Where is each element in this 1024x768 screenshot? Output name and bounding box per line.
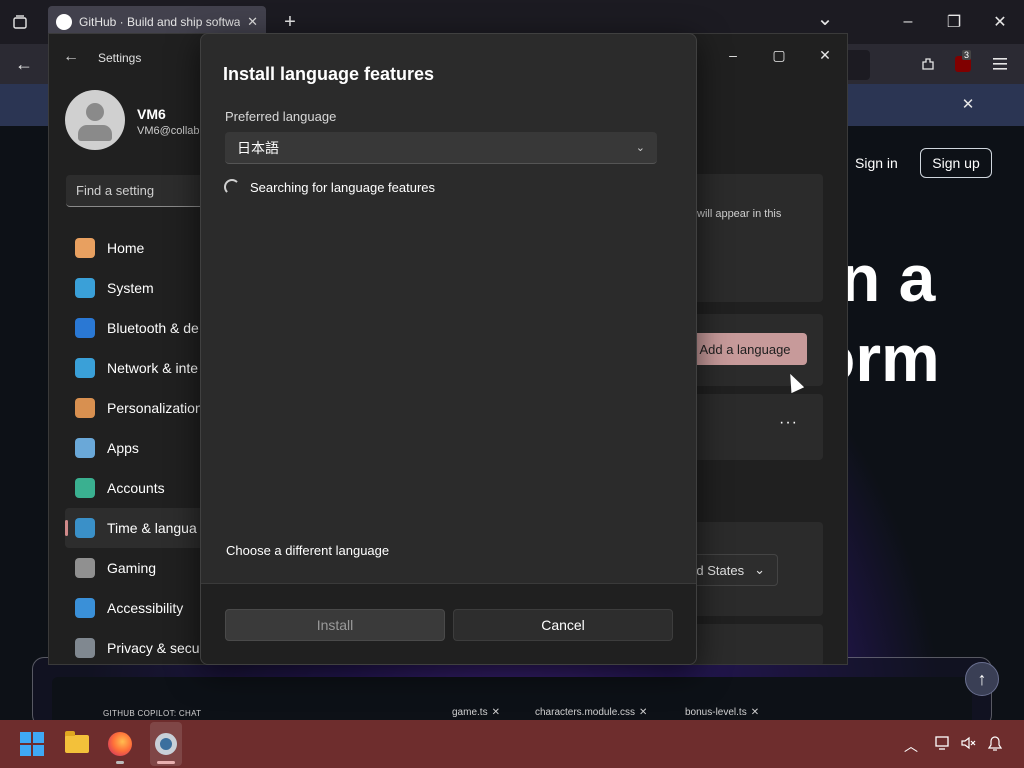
volume-muted-icon[interactable] [961,736,977,753]
tab-list-button[interactable]: ⌄ [815,6,835,30]
copilot-chat-label: GITHUB COPILOT: CHAT [103,709,202,718]
settings-back-icon[interactable]: ← [63,48,79,66]
nav-label: Gaming [107,560,157,576]
tab-close-icon[interactable]: ✕ [247,14,258,30]
github-logo-icon [56,14,72,30]
preferred-language-label: Preferred language [225,109,337,124]
brush-icon [75,398,95,418]
nav-item-accounts[interactable]: Accounts [65,468,205,508]
nav-label: Apps [107,440,139,456]
settings-close-button[interactable]: ✕ [802,40,847,70]
settings-active-indicator [157,761,175,764]
nav-label: Time & langua [107,520,197,536]
nav-item-home[interactable]: Home [65,228,205,268]
choose-different-language-link[interactable]: Choose a different language [226,543,389,558]
gamepad-icon [75,558,95,578]
install-button[interactable]: Install [225,609,445,641]
more-options-icon[interactable]: ··· [779,414,798,432]
file-tab-label: bonus-level.ts [685,707,747,718]
nav-label: Network & inte [107,360,199,376]
nav-label: System [107,280,154,296]
find-setting-input[interactable]: Find a setting [66,175,206,207]
file-tab: game.ts ✕ [452,707,500,718]
sign-up-button[interactable]: Sign up [920,148,992,178]
globe-clock-icon [75,518,95,538]
nav-label: Home [107,240,145,256]
add-language-button[interactable]: Add a language [683,333,807,365]
extensions-icon[interactable] [918,54,938,74]
nav-label: Personalization [107,400,203,416]
chevron-down-icon: ⌄ [635,142,645,154]
home-icon [75,238,95,258]
firefox-running-indicator [116,761,124,764]
nav-item-system[interactable]: System [65,268,205,308]
nav-item-time-language[interactable]: Time & langua [65,508,205,548]
apps-icon [75,438,95,458]
nav-item-apps[interactable]: Apps [65,428,205,468]
preferred-language-select[interactable]: 日本語 ⌄ [225,132,657,164]
shield-icon [75,638,95,658]
selected-language: 日本語 [237,139,279,156]
nav-item-accessibility[interactable]: Accessibility [65,588,205,628]
file-tab-label: characters.module.css [535,707,636,718]
browser-close-button[interactable]: ✕ [990,10,1010,34]
browser-restore-button[interactable]: ❐ [944,10,964,34]
hero-text-line-1: n a [840,241,936,315]
user-email: VM6@collab [137,125,200,137]
notification-close-icon[interactable]: ✕ [958,94,978,114]
nav-label: Privacy & secu [107,640,200,656]
browser-minimize-button[interactable]: – [898,10,918,34]
avatar[interactable] [65,90,125,150]
scroll-to-top-button[interactable]: ↑ [965,662,999,696]
settings-nav: Home System Bluetooth & de Network & int… [65,228,205,664]
firefox-icon [108,732,132,756]
install-language-dialog: Install language features Preferred lang… [200,33,697,665]
file-tab: characters.module.css ✕ [535,707,648,718]
accessibility-icon [75,598,95,618]
user-name: VM6 [137,106,166,122]
ublock-badge: 3 [962,50,972,60]
language-card-text: will appear in this [697,208,782,220]
menu-icon[interactable] [990,54,1010,74]
search-status: Searching for language features [250,180,436,195]
nav-label: Bluetooth & de [107,320,199,336]
tab-overview-icon[interactable] [10,12,30,32]
account-icon [75,478,95,498]
wifi-icon [75,358,95,378]
folder-icon [65,731,89,753]
back-arrow-icon[interactable]: ← [12,52,36,76]
chevron-down-icon: ⌄ [754,562,765,577]
gear-icon [155,733,177,755]
sign-in-link[interactable]: Sign in [855,155,898,171]
tab-title: GitHub · Build and ship software [79,15,241,29]
windows-logo-icon [20,732,44,756]
nav-item-network[interactable]: Network & inte [65,348,205,388]
new-tab-button[interactable]: + [280,10,300,34]
nav-label: Accounts [107,480,165,496]
nav-item-bluetooth[interactable]: Bluetooth & de [65,308,205,348]
loading-spinner-icon [224,179,240,195]
settings-minimize-button[interactable]: – [710,40,756,70]
nav-item-personalization[interactable]: Personalization [65,388,205,428]
bluetooth-icon [75,318,95,338]
file-tab: bonus-level.ts ✕ [685,707,760,718]
file-tab-label: game.ts [452,707,488,718]
settings-title: Settings [98,51,142,65]
dialog-title: Install language features [223,64,435,84]
settings-taskbar-button[interactable] [152,730,180,758]
notification-bell-icon[interactable] [987,736,1003,755]
cancel-button[interactable]: Cancel [453,609,673,641]
settings-maximize-button[interactable]: ▢ [756,40,802,70]
nav-label: Accessibility [107,600,184,616]
region-value: d States [696,562,745,578]
network-display-icon[interactable] [935,736,951,753]
file-explorer-button[interactable] [63,730,91,758]
start-button[interactable] [18,730,46,758]
nav-item-gaming[interactable]: Gaming [65,548,205,588]
tray-overflow-icon[interactable]: ︿ [904,736,918,756]
firefox-button[interactable] [106,730,134,758]
nav-item-privacy[interactable]: Privacy & secu [65,628,205,664]
system-icon [75,278,95,298]
